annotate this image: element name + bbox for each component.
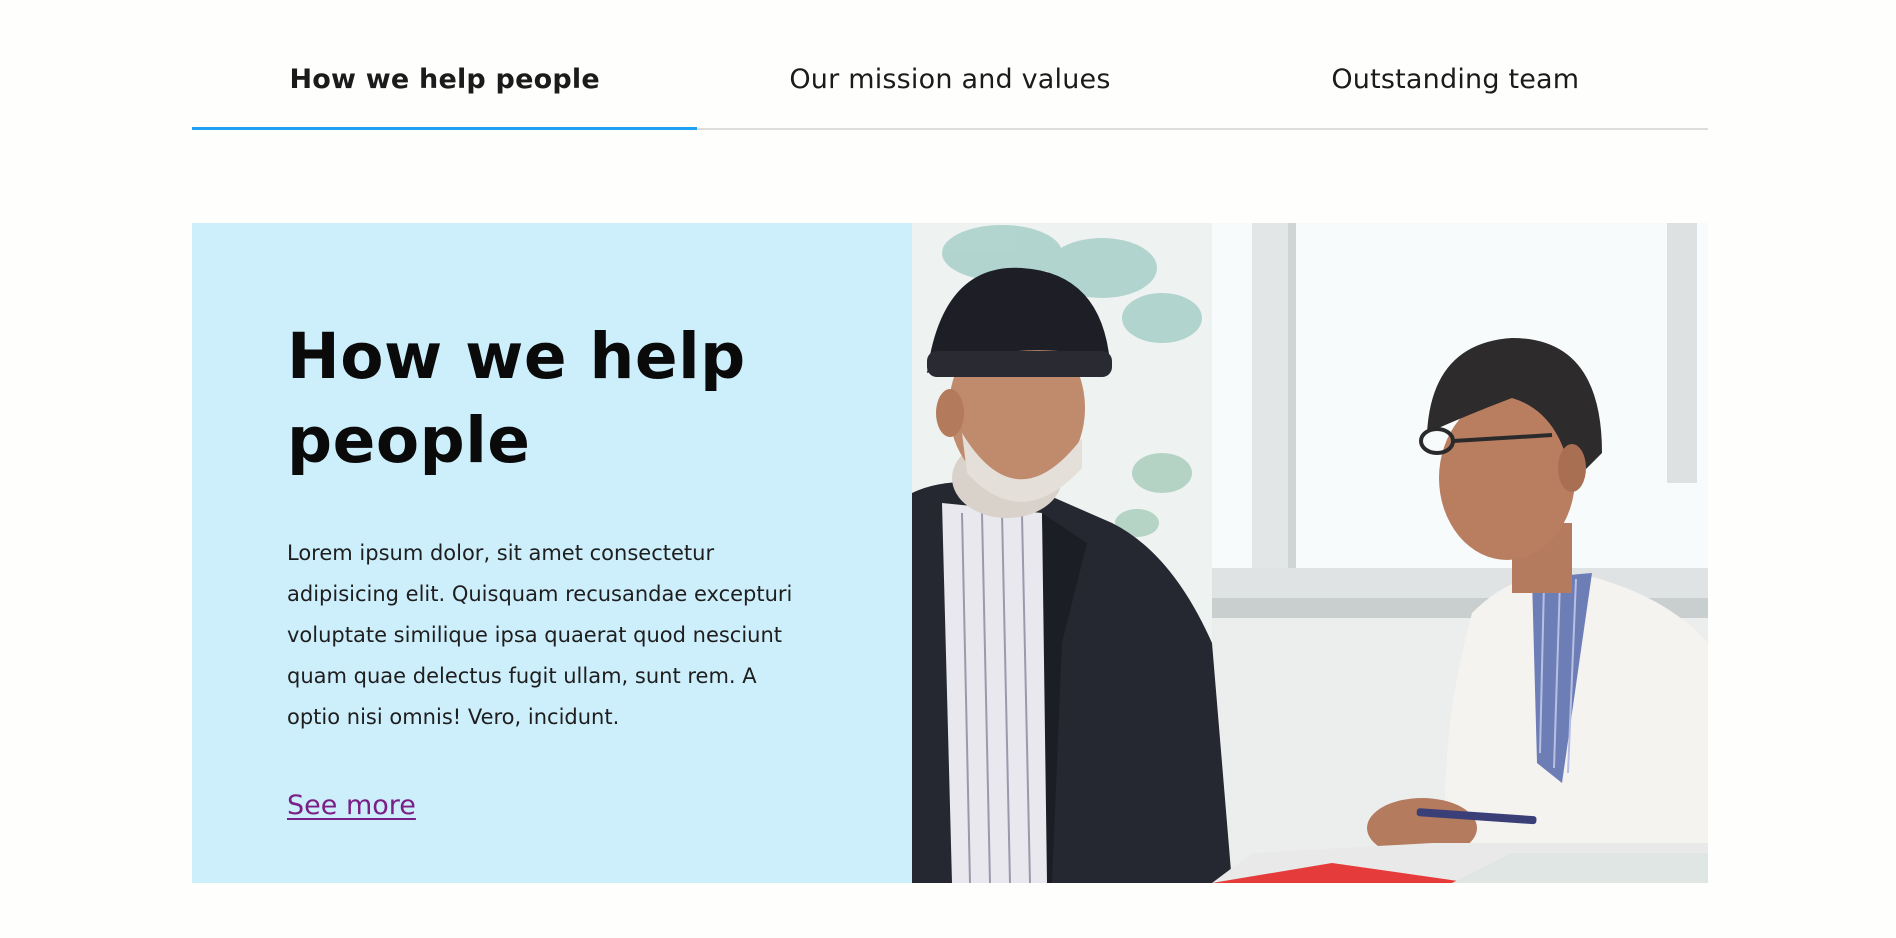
tab-label: How we help people [289,64,600,95]
tab-how-we-help-people[interactable]: How we help people [192,0,698,130]
tab-bar: How we help people Our mission and value… [192,0,1708,130]
tab-outstanding-team[interactable]: Outstanding team [1203,0,1708,128]
feature-card: How we help people Lorem ipsum dolor, si… [192,223,1708,883]
tab-label: Outstanding team [1331,64,1580,95]
page: How we help people Our mission and value… [0,0,1896,938]
feature-body: Lorem ipsum dolor, sit amet consectetur … [287,541,793,729]
feature-text-panel: How we help people Lorem ipsum dolor, si… [192,223,912,883]
feature-title: How we help people [287,320,746,477]
tab-our-mission-and-values[interactable]: Our mission and values [697,0,1202,128]
tab-label: Our mission and values [789,64,1111,95]
see-more-link[interactable]: See more [287,790,416,821]
feature-photo [912,223,1708,883]
doctor-patient-photo [912,223,1708,883]
